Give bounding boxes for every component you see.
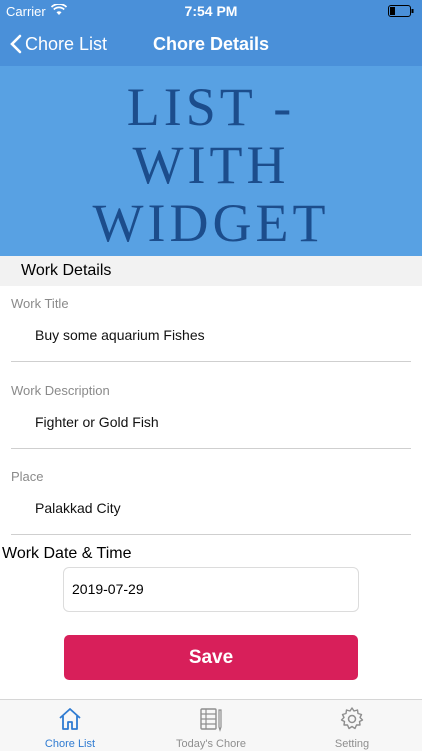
notebook-icon (200, 708, 222, 732)
banner-line: WITH (132, 135, 290, 195)
date-picker-field[interactable]: 2019-07-29 (63, 567, 359, 612)
banner-line: WIDGET (92, 193, 330, 253)
divider (11, 448, 411, 449)
back-label: Chore List (25, 33, 108, 54)
work-description-field[interactable]: Fighter or Gold Fish (35, 414, 159, 430)
tab-label: Chore List (44, 738, 96, 750)
tab-todays-chore[interactable]: Today's Chore (141, 700, 281, 751)
banner-line: LIST - (126, 77, 296, 137)
back-button[interactable]: Chore List (10, 22, 107, 66)
work-title-label: Work Title (11, 296, 69, 311)
navigation-bar: Chore List Chore Details (0, 22, 422, 66)
tab-setting[interactable]: Setting (282, 700, 422, 751)
status-bar: Carrier 7:54 PM (0, 0, 422, 22)
tab-label: Setting (334, 738, 370, 750)
work-title-field[interactable]: Buy some aquarium Fishes (35, 327, 205, 343)
work-date-label: Work Date & Time (2, 545, 132, 562)
tab-label: Today's Chore (176, 738, 246, 750)
save-button[interactable]: Save (64, 635, 358, 680)
section-title: Work Details (21, 262, 112, 279)
place-field[interactable]: Palakkad City (35, 500, 121, 516)
tab-bar: Chore List Today's Chore Setting (0, 699, 422, 751)
gear-icon (340, 707, 364, 730)
banner-image: LIST - WITH WIDGET (0, 66, 422, 256)
battery-icon (388, 5, 414, 17)
place-label: Place (11, 469, 44, 484)
work-description-label: Work Description (11, 383, 110, 398)
top-bar: Carrier 7:54 PM Chore List Chore Details (0, 0, 422, 66)
divider (11, 361, 411, 362)
banner-text: LIST - WITH WIDGET (0, 78, 422, 252)
home-icon (59, 708, 81, 730)
date-value: 2019-07-29 (72, 581, 144, 597)
tab-chore-list[interactable]: Chore List (0, 700, 140, 751)
status-time: 7:54 PM (184, 3, 238, 19)
section-header: Work Details (0, 256, 422, 286)
divider (11, 534, 411, 535)
chevron-left-icon (10, 34, 22, 54)
